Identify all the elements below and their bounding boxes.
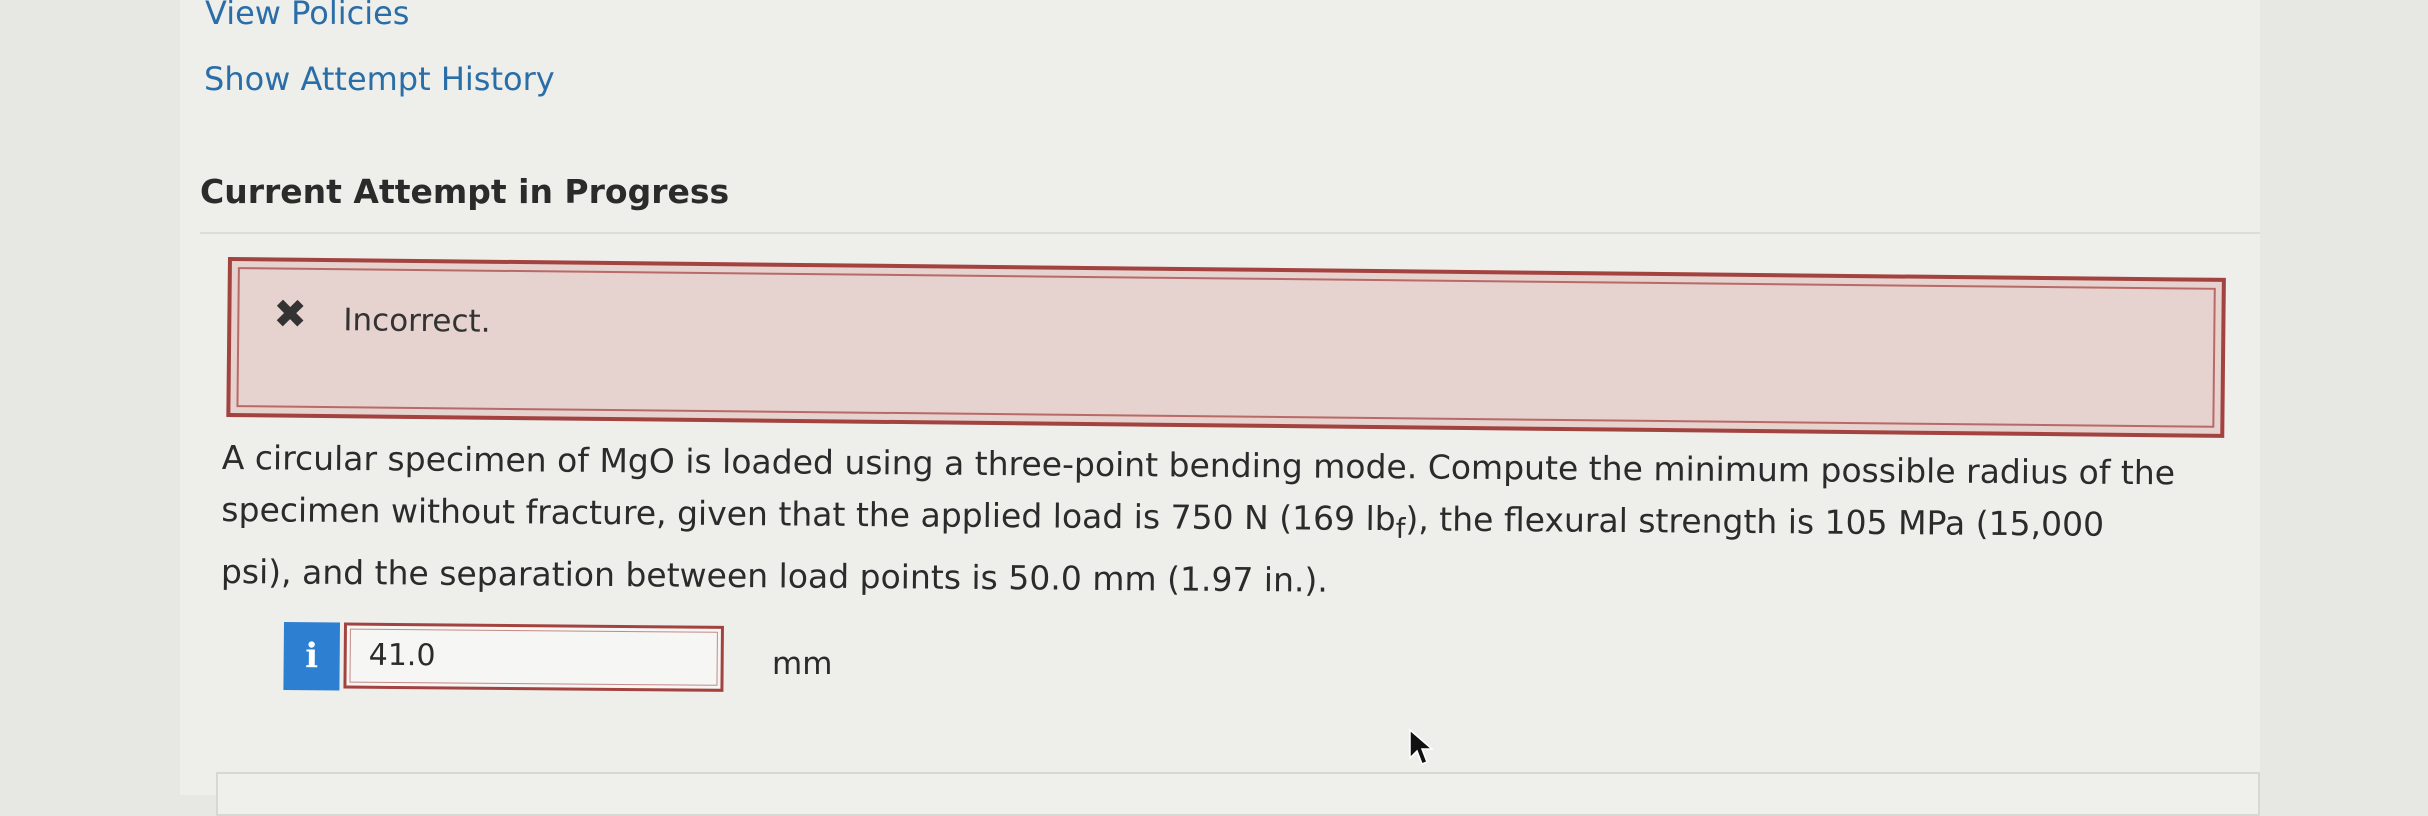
answer-row: i 41.0 bbox=[283, 622, 844, 697]
section-title: Current Attempt in Progress bbox=[200, 172, 730, 211]
feedback-text: Incorrect. bbox=[343, 302, 491, 340]
question-subscript: f bbox=[1395, 512, 1406, 545]
divider bbox=[200, 232, 2260, 234]
answer-input[interactable]: 41.0 bbox=[343, 622, 724, 692]
unit-label: mm bbox=[772, 646, 833, 682]
feedback-alert: ✖ Incorrect. bbox=[226, 257, 2226, 438]
next-section-box bbox=[216, 772, 2260, 816]
info-icon[interactable]: i bbox=[283, 622, 340, 691]
view-policies-link[interactable]: View Policies bbox=[205, 0, 409, 32]
show-attempt-history-link[interactable]: Show Attempt History bbox=[204, 60, 555, 98]
mouse-pointer-icon bbox=[1409, 728, 1435, 765]
question-text: A circular specimen of MgO is loaded usi… bbox=[221, 432, 2182, 613]
feedback-alert-inner-border bbox=[236, 267, 2216, 428]
close-icon: ✖ bbox=[273, 291, 308, 338]
